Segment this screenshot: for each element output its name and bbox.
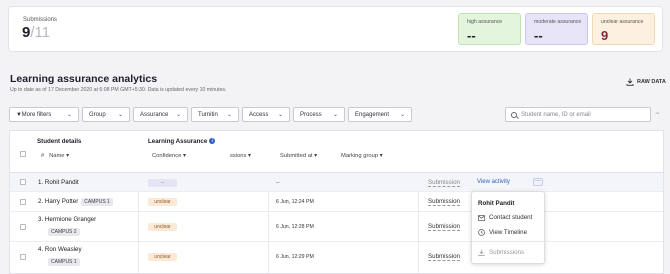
page-title: Learning assurance analytics — [10, 73, 158, 85]
row-checkbox[interactable] — [20, 224, 26, 230]
chevron-down-icon: ⌄ — [117, 112, 123, 118]
assurance-filter[interactable]: Assurance ⌄ — [133, 107, 188, 122]
chevron-down-icon: ⌄ — [226, 112, 232, 118]
student-name[interactable]: 2. Harry Potter CAMPUS 1 — [38, 198, 113, 206]
student-name[interactable]: 4. Ron Weasley — [38, 246, 82, 253]
high-assurance-tile[interactable]: high assurance -- — [458, 13, 521, 45]
submission-link[interactable]: Submission — [428, 253, 460, 261]
mail-icon — [478, 214, 485, 221]
process-filter[interactable]: Process ⌄ — [293, 107, 345, 122]
submissions-menu-item[interactable]: Submissions — [478, 249, 524, 256]
engagement-filter[interactable]: Engagement ⌄ — [348, 107, 412, 122]
confidence-badge: unclear — [148, 223, 177, 231]
submitted-date: 6 Jun, 12:24 PM — [276, 199, 314, 205]
row-checkbox[interactable] — [20, 199, 26, 205]
select-all-checkbox[interactable] — [20, 151, 26, 157]
chevron-down-icon: ⌄ — [66, 112, 72, 118]
more-options-icon[interactable]: ··· — [655, 110, 660, 117]
menu-divider — [472, 241, 546, 242]
submissions-count: 9/11 — [22, 24, 51, 41]
submissions-label: Submissions — [23, 17, 58, 23]
name-column-header[interactable]: # Name ▾ — [41, 153, 69, 159]
submitted-date: 6 Jun, 12:28 PM — [276, 224, 314, 230]
raw-data-button[interactable]: RAW DATA — [626, 78, 666, 86]
download-icon — [478, 249, 485, 256]
confidence-badge: unclear — [148, 253, 177, 261]
contact-student-menu-item[interactable]: Contact student — [478, 214, 532, 221]
row-actions-menu: Rohit Pandit Contact student View Timeli… — [471, 191, 546, 264]
row-checkbox[interactable] — [20, 179, 26, 185]
student-name[interactable]: 1. Rohit Pandit — [38, 179, 79, 186]
campus-badge: CAMPUS 2 — [48, 228, 80, 236]
submitted-at-column-header[interactable]: Submitted at ▾ — [280, 153, 317, 159]
table-row[interactable]: 2. Harry Potter CAMPUS 1 unclear 6 Jun, 1… — [10, 192, 663, 212]
chevron-down-icon: ⌄ — [399, 112, 405, 118]
marking-group-column-header[interactable]: Marking group ▾ — [341, 153, 383, 159]
info-icon[interactable]: i — [209, 138, 216, 145]
download-icon — [626, 78, 634, 86]
more-filters-button[interactable]: ▼ More filters ⌄ — [9, 107, 79, 122]
students-table: Student details # Name ▾ Learning Assura… — [9, 130, 664, 274]
unclear-assurance-tile[interactable]: unclear assurance 9 — [592, 13, 655, 45]
table-row[interactable]: 3. Hermione Granger CAMPUS 2 unclear 6 J… — [10, 212, 663, 242]
view-timeline-menu-item[interactable]: View Timeline — [478, 229, 527, 236]
menu-title: Rohit Pandit — [478, 200, 515, 207]
moderate-assurance-tile[interactable]: moderate assurance -- — [525, 13, 588, 45]
turnitin-filter[interactable]: Turnitin ⌄ — [191, 107, 239, 122]
submission-link[interactable]: Submission — [428, 223, 460, 231]
confidence-badge: -- — [148, 179, 177, 187]
submitted-date: -- — [276, 180, 280, 186]
summary-card: Submissions 9/11 high assurance -- moder… — [8, 6, 663, 52]
learning-assurance-header: Learning Assurance i — [148, 138, 216, 145]
chevron-down-icon: ⌄ — [175, 112, 181, 118]
campus-badge: CAMPUS 1 — [48, 258, 80, 266]
row-checkbox[interactable] — [20, 254, 26, 260]
updated-note: Up to date as of 17 December 2020 at 6:0… — [10, 87, 227, 93]
row-more-button[interactable]: ··· — [533, 178, 543, 186]
table-row[interactable]: 1. Rohit Pandit -- -- Submission View ac… — [10, 173, 663, 192]
access-filter[interactable]: Access ⌄ — [242, 107, 290, 122]
table-row[interactable]: 4. Ron Weasley CAMPUS 1 unclear 6 Jun, 1… — [10, 242, 663, 273]
filter-bar: ▼ More filters ⌄ Group ⌄ Assurance ⌄ Turni… — [9, 107, 415, 122]
group-filter[interactable]: Group ⌄ — [82, 107, 130, 122]
student-name[interactable]: 3. Hermione Granger — [38, 216, 96, 223]
confidence-badge: unclear — [148, 198, 177, 206]
table-header: Student details # Name ▾ Learning Assura… — [10, 131, 663, 173]
campus-badge: CAMPUS 1 — [81, 198, 113, 206]
view-activity-link[interactable]: View activity — [477, 179, 510, 185]
submission-link[interactable]: Submission — [428, 198, 460, 206]
search-icon — [511, 111, 517, 118]
chevron-down-icon: ⌄ — [277, 112, 283, 118]
submission-link[interactable]: Submission — [428, 179, 460, 187]
submitted-date: 6 Jun, 12:29 PM — [276, 254, 314, 260]
sessions-column-header[interactable]: ssions ▾ — [230, 153, 251, 159]
chevron-down-icon: ⌄ — [332, 112, 338, 118]
confidence-column-header[interactable]: Confidence ▾ — [152, 153, 186, 159]
student-details-header: Student details — [37, 138, 82, 145]
search-input[interactable]: Student name, ID or email — [505, 107, 651, 122]
clock-icon — [478, 229, 485, 236]
